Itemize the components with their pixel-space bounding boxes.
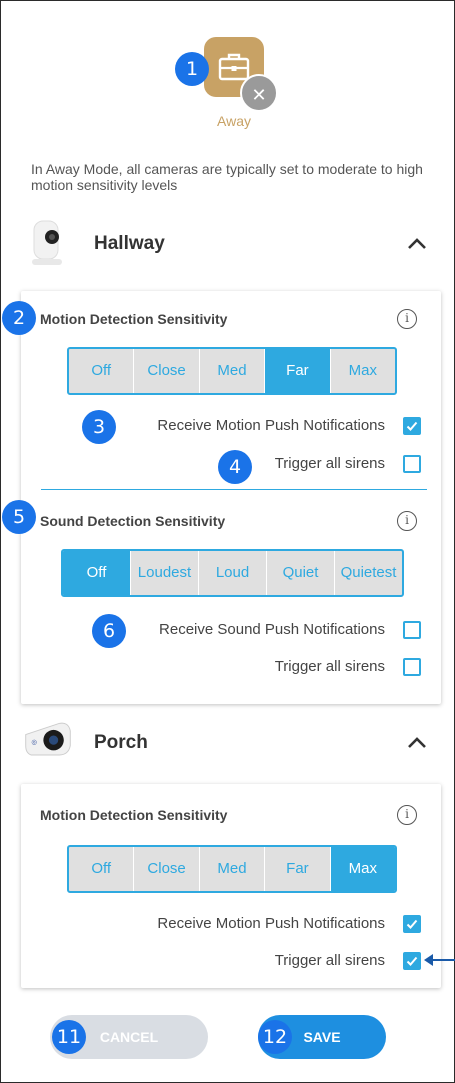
sound-sensitivity-selector[interactable]: Off Loudest Loud Quiet Quietest bbox=[61, 549, 404, 597]
camera-name: Hallway bbox=[94, 233, 165, 254]
callout-badge: 3 bbox=[82, 410, 116, 444]
check-icon bbox=[406, 956, 418, 966]
seg-off[interactable]: Off bbox=[69, 349, 135, 393]
section-title: Sound Detection Sensitivity bbox=[40, 513, 226, 529]
seg-loud[interactable]: Loud bbox=[199, 551, 267, 595]
seg-close[interactable]: Close bbox=[134, 349, 200, 393]
check-icon bbox=[406, 919, 418, 929]
motion-push-label: Receive Motion Push Notifications bbox=[157, 915, 385, 932]
camera-outdoor-icon: ◎ bbox=[25, 722, 71, 756]
seg-far[interactable]: Far bbox=[265, 847, 331, 891]
seg-close[interactable]: Close bbox=[134, 847, 200, 891]
arrow-left-icon bbox=[424, 954, 455, 966]
camera-name: Porch bbox=[94, 732, 148, 753]
motion-push-checkbox[interactable] bbox=[403, 915, 421, 933]
seg-loudest[interactable]: Loudest bbox=[131, 551, 199, 595]
sirens-label: Trigger all sirens bbox=[274, 455, 385, 472]
camera-indoor-icon bbox=[32, 220, 62, 265]
callout-badge: 4 bbox=[218, 450, 252, 484]
seg-max[interactable]: Max bbox=[330, 847, 395, 891]
briefcase-icon bbox=[218, 53, 250, 81]
svg-text:◎: ◎ bbox=[31, 738, 37, 746]
sirens-label: Trigger all sirens bbox=[274, 952, 385, 969]
section-title: Motion Detection Sensitivity bbox=[40, 311, 228, 327]
sirens-checkbox[interactable] bbox=[403, 455, 421, 473]
info-icon[interactable]: i bbox=[397, 309, 417, 329]
seg-quiet[interactable]: Quiet bbox=[267, 551, 335, 595]
motion-sensitivity-selector[interactable]: Off Close Med Far Max bbox=[67, 845, 397, 893]
seg-med[interactable]: Med bbox=[200, 349, 266, 393]
info-icon[interactable]: i bbox=[397, 805, 417, 825]
seg-max[interactable]: Max bbox=[331, 349, 395, 393]
callout-badge: 1 bbox=[175, 52, 209, 86]
callout-badge: 5 bbox=[2, 500, 36, 534]
motion-sensitivity-selector[interactable]: Off Close Med Far Max bbox=[67, 347, 397, 395]
close-icon[interactable]: ✕ bbox=[240, 74, 278, 112]
sound-push-checkbox[interactable] bbox=[403, 621, 421, 639]
check-icon bbox=[406, 421, 418, 431]
sirens-label: Trigger all sirens bbox=[274, 658, 385, 675]
sirens-checkbox[interactable] bbox=[403, 952, 421, 970]
seg-quietest[interactable]: Quietest bbox=[335, 551, 402, 595]
camera-header-hallway[interactable]: Hallway bbox=[20, 217, 440, 277]
seg-far[interactable]: Far bbox=[265, 349, 331, 393]
mode-description: In Away Mode, all cameras are typically … bbox=[31, 161, 423, 193]
porch-settings-card: Motion Detection Sensitivity i Off Close… bbox=[21, 784, 441, 988]
chevron-up-icon[interactable] bbox=[406, 732, 428, 752]
seg-med[interactable]: Med bbox=[200, 847, 266, 891]
divider bbox=[41, 489, 427, 490]
seg-off[interactable]: Off bbox=[63, 551, 131, 595]
hallway-settings-card: Motion Detection Sensitivity i Off Close… bbox=[21, 291, 441, 704]
motion-push-label: Receive Motion Push Notifications bbox=[157, 417, 385, 434]
motion-push-checkbox[interactable] bbox=[403, 417, 421, 435]
callout-badge: 2 bbox=[2, 301, 36, 335]
chevron-up-icon[interactable] bbox=[406, 233, 428, 253]
sirens-checkbox[interactable] bbox=[403, 658, 421, 676]
camera-header-porch[interactable]: ◎ Porch bbox=[20, 716, 440, 776]
info-icon[interactable]: i bbox=[397, 511, 417, 531]
callout-badge: 12 bbox=[258, 1020, 292, 1054]
callout-badge: 11 bbox=[52, 1020, 86, 1054]
callout-badge: 6 bbox=[92, 614, 126, 648]
mode-label: Away bbox=[217, 113, 251, 129]
sound-push-label: Receive Sound Push Notifications bbox=[159, 621, 385, 638]
section-title: Motion Detection Sensitivity bbox=[40, 807, 228, 823]
seg-off[interactable]: Off bbox=[69, 847, 135, 891]
